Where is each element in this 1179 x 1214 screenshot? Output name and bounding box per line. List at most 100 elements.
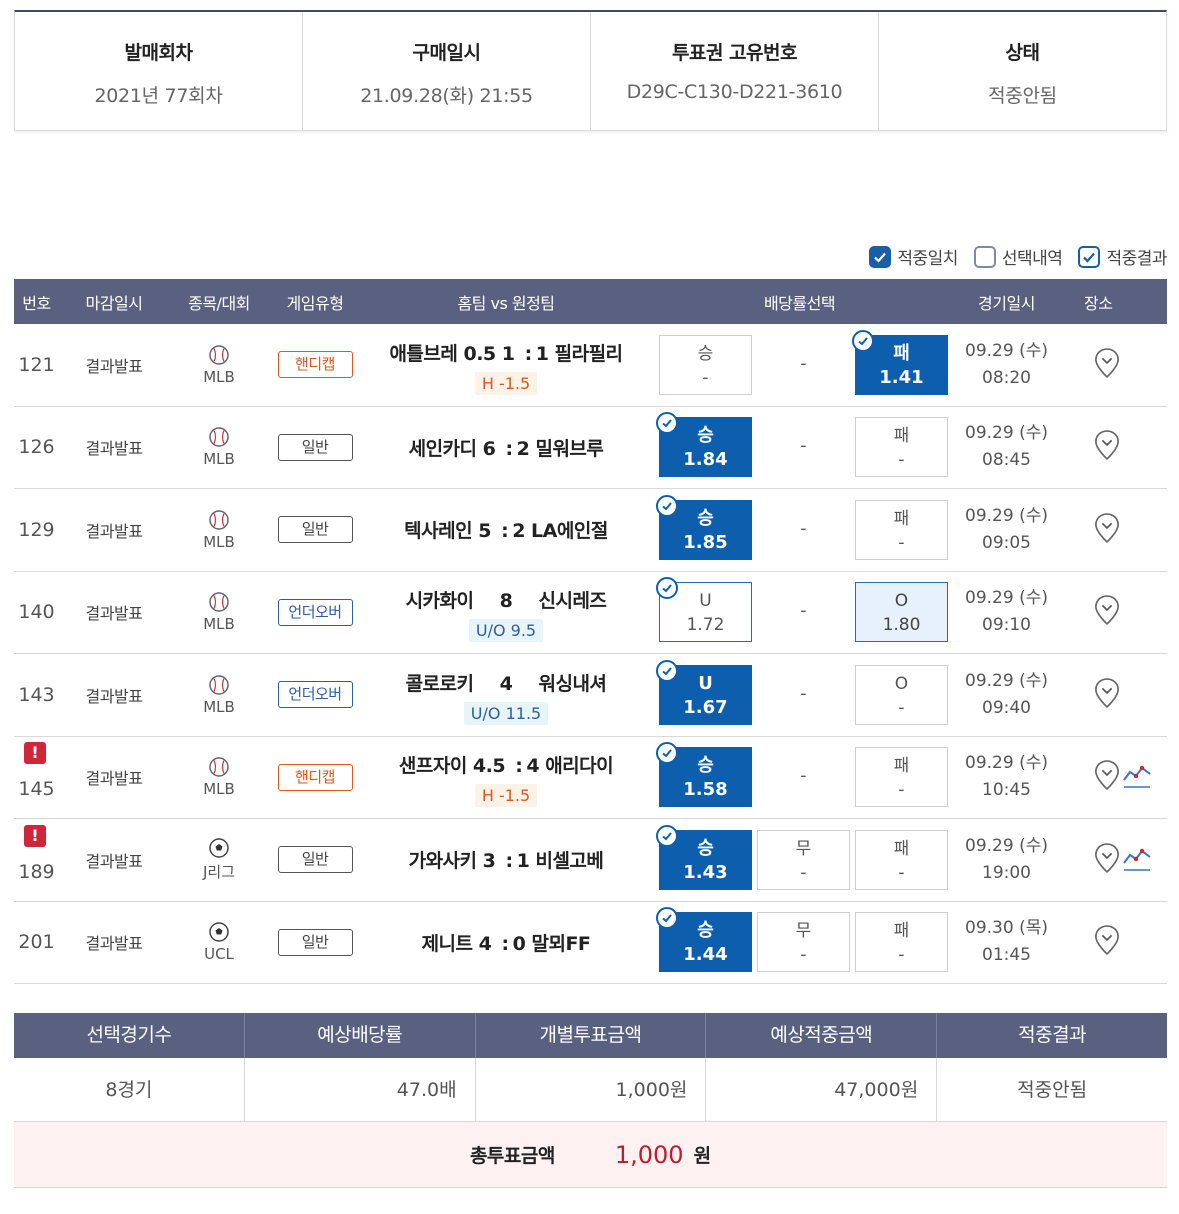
matchup: 세인카디 6 :2 밀워브루 xyxy=(361,434,651,461)
header-date: 경기일시 xyxy=(978,293,1035,313)
odds-value: - xyxy=(800,601,807,622)
match-time: 08:45 xyxy=(982,450,1031,471)
info-header: 투표권 고유번호 xyxy=(672,42,797,64)
game-type-tag: 일반 xyxy=(277,928,353,956)
game-type-tag: 언더오버 xyxy=(277,681,353,709)
matchup: 콜로로키 4 워싱내셔 xyxy=(361,669,651,696)
summary-table: 선택경기수 예상배당률 개별투표금액 예상적중금액 적중결과 8경기 47.0배… xyxy=(14,1013,1167,1188)
odds-value: 1.67 xyxy=(683,696,728,718)
match-datetime: 09.29 (수) 09:40 xyxy=(948,668,1065,722)
game-number-text: 145 xyxy=(18,778,55,801)
odds-option-2[interactable]: 무 - xyxy=(757,829,850,890)
baseball-icon xyxy=(169,344,269,366)
checkbox-unchecked-icon[interactable] xyxy=(973,245,996,268)
line-badge: H -1.5 xyxy=(474,784,538,808)
odds-option-3[interactable]: 패 - xyxy=(855,829,948,890)
league-name: MLB xyxy=(203,780,235,799)
table-header: 번호 마감일시 종목/대회 게임유형 홈팀 vs 원정팀 배당률선택 경기일시 … xyxy=(14,279,1167,324)
filter-match[interactable]: 적중일치 xyxy=(869,244,958,269)
table-row: 126 결과발표 MLB 일반 세인카디 6 :2 밀워브루 승 1.84 - 패… xyxy=(14,407,1167,489)
away-team: 신시레즈 xyxy=(538,590,607,613)
game-type-tag: 일반 xyxy=(277,846,353,874)
odds-option-3[interactable]: 패 - xyxy=(855,417,948,478)
teams: 콜로로키 4 워싱내셔 U/O 11.5 xyxy=(361,669,651,725)
match-datetime: 09.29 (수) 09:05 xyxy=(948,503,1065,557)
game-number: 126 xyxy=(14,436,59,458)
map-pin-icon[interactable] xyxy=(1094,924,1120,960)
odds-draw-empty: - xyxy=(757,335,850,395)
odds-option-1[interactable]: 승 - xyxy=(659,334,752,395)
match-date: 09.29 (수) xyxy=(965,423,1048,444)
table-row: ! 145 결과발표 MLB 핸디캡 샌프자이 4.5 :4 애리다이 H -1.… xyxy=(14,737,1167,819)
filter-result[interactable]: 적중결과 xyxy=(1078,244,1167,269)
game-type: 언더오버 xyxy=(269,598,361,626)
odds-value: - xyxy=(898,945,905,966)
home-score: 1 xyxy=(501,342,515,365)
league-name: MLB xyxy=(203,615,235,634)
game-number-text: 201 xyxy=(18,931,55,954)
odds-option-1[interactable]: 승 1.58 xyxy=(656,742,752,808)
away-score: 2 xyxy=(516,437,530,460)
table-row: 140 결과발표 MLB 언더오버 시카화이 8 신시레즈 U/O 9.5 U … xyxy=(14,572,1167,654)
baseball-icon xyxy=(169,756,269,778)
odds-option-1[interactable]: 승 1.44 xyxy=(656,907,752,973)
odds-option-3[interactable]: 패 - xyxy=(855,912,948,973)
odds-option-1[interactable]: U 1.67 xyxy=(656,659,752,725)
teams: 텍사레인 5 :2 LA에인절 xyxy=(361,516,651,543)
table-body: 121 결과발표 MLB 핸디캡 애틀브레 0.5 1 :1 필라필리 H -1… xyxy=(14,324,1167,984)
trend-chart-icon[interactable] xyxy=(1122,843,1152,877)
odds-option-1[interactable]: 승 1.85 xyxy=(656,494,752,560)
odds-option-1[interactable]: 승 1.84 xyxy=(656,412,752,478)
odds-option-3[interactable]: 패 1.41 xyxy=(852,329,948,395)
odds-option-1[interactable]: U 1.72 xyxy=(656,577,752,643)
odds-option-2[interactable]: 무 - xyxy=(757,912,850,973)
table-row: 201 결과발표 UCL 일반 제니트 4 :0 말뫼FF 승 1.44 무 -… xyxy=(14,902,1167,984)
match-time: 09:10 xyxy=(982,615,1031,636)
odds-option-3[interactable]: O - xyxy=(855,664,948,725)
filter-selection[interactable]: 선택내역 xyxy=(973,244,1063,269)
game-type: 일반 xyxy=(269,516,361,544)
checkbox-checked-icon[interactable] xyxy=(869,245,892,268)
deadline: 결과발표 xyxy=(85,439,143,459)
info-status: 상태 적중안됨 xyxy=(879,12,1166,130)
deadline: 결과발표 xyxy=(85,686,143,706)
check-badge-icon xyxy=(656,494,678,517)
soccer-ball-icon xyxy=(169,921,269,943)
odds-draw-empty: - xyxy=(757,747,850,807)
game-type-tag: 핸디캡 xyxy=(277,763,353,791)
odds-label: O xyxy=(894,591,909,612)
away-team: 워싱내셔 xyxy=(538,672,607,695)
sport: MLB xyxy=(169,591,269,633)
map-pin-icon[interactable] xyxy=(1094,347,1120,383)
trend-chart-icon[interactable] xyxy=(1122,760,1152,794)
warning-icon: ! xyxy=(24,742,46,765)
score-separator: : xyxy=(505,850,514,873)
score-separator: : xyxy=(501,520,509,543)
away-team: 말뫼FF xyxy=(531,932,591,955)
sport: UCL xyxy=(169,921,269,963)
odds-option-3[interactable]: O 1.80 xyxy=(855,582,948,643)
match-time: 01:45 xyxy=(982,945,1031,966)
table-row: ! 189 결과발표 J리그 일반 가와사키 3 :1 비셀고베 승 1.43 무… xyxy=(14,819,1167,902)
info-value: D29C-C130-D221-3610 xyxy=(626,81,843,103)
filter-label: 적중일치 xyxy=(897,249,958,269)
map-pin-icon[interactable] xyxy=(1094,594,1120,630)
game-type: 일반 xyxy=(269,846,361,874)
match-datetime: 09.29 (수) 09:10 xyxy=(948,585,1065,639)
map-pin-icon[interactable] xyxy=(1094,759,1120,795)
header-odds: 배당률선택 xyxy=(763,293,836,313)
odds-draw-empty: - xyxy=(757,417,850,477)
checkbox-checked-icon[interactable] xyxy=(1078,245,1101,268)
map-pin-icon[interactable] xyxy=(1094,512,1120,548)
match-date: 09.29 (수) xyxy=(965,588,1048,609)
home-team: 콜로로키 xyxy=(405,672,474,695)
odds-option-3[interactable]: 패 - xyxy=(855,747,948,808)
map-pin-icon[interactable] xyxy=(1094,842,1120,878)
map-pin-icon[interactable] xyxy=(1094,677,1120,713)
home-score: 3 xyxy=(482,850,496,873)
teams: 시카화이 8 신시레즈 U/O 9.5 xyxy=(361,586,651,643)
sport: MLB xyxy=(169,674,269,716)
odds-option-3[interactable]: 패 - xyxy=(855,499,948,560)
map-pin-icon[interactable] xyxy=(1094,429,1120,465)
odds-option-1[interactable]: 승 1.43 xyxy=(656,824,752,890)
